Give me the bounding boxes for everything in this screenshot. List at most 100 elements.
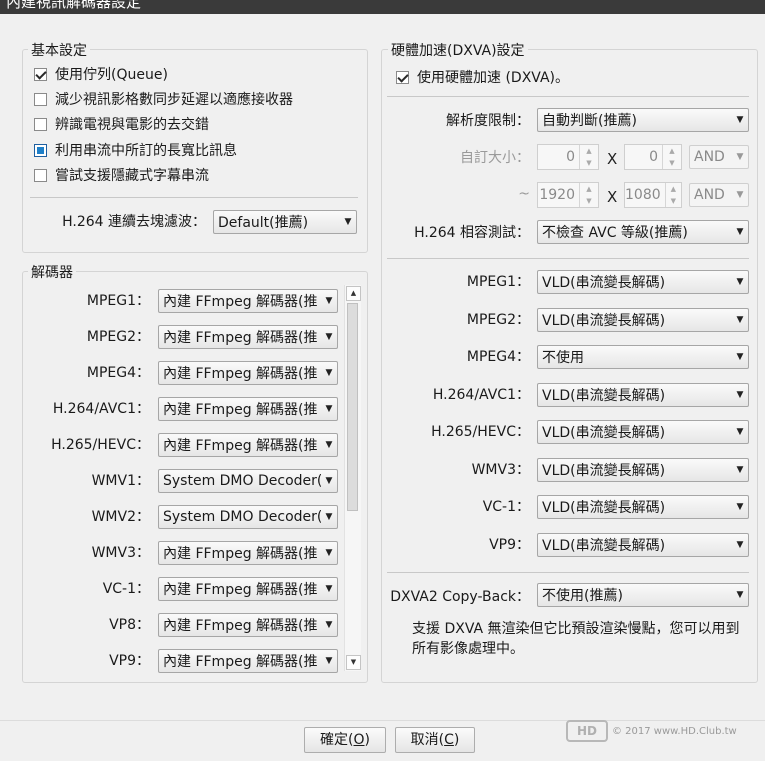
decoder-value: 內建 FFmpeg 解碼器(推 [163,294,318,310]
aspect-ratio-label: 利用串流中所訂的長寬比訊息 [55,143,237,159]
dxva-codec-label: MPEG2： [466,311,530,328]
spin-down-icon[interactable]: ▼ [663,157,681,169]
dxva-codec-select[interactable]: VLD(串流變長解碼) ▼ [537,495,749,519]
aspect-ratio-checkbox[interactable] [34,143,47,157]
decoder-select[interactable]: 內建 FFmpeg 解碼器(推 ▼ [158,397,338,421]
chevron-down-icon: ▼ [736,277,744,287]
deinterlace-checkbox[interactable] [34,117,47,131]
h264-compat-select[interactable]: 不檢查 AVC 等級(推薦) ▼ [537,220,749,244]
scroll-thumb[interactable] [347,303,358,511]
queue-checkbox[interactable] [34,67,47,81]
decoder-select[interactable]: 內建 FFmpeg 解碼器(推 ▼ [158,289,338,313]
dxva-divider-mid [387,258,749,259]
decoder-value: 內建 FFmpeg 解碼器(推 [163,366,318,382]
scroll-up-icon[interactable]: ▲ [346,286,361,301]
decoder-value: 內建 FFmpeg 解碼器(推 [163,402,318,418]
dxva-title: 硬體加速(DXVA)設定 [388,40,528,60]
dxva-note: 支援 DXVA 無渲染但它比預設渲染慢點，您可以用到所有影像處理中。 [412,621,740,657]
deinterlace-option[interactable]: 辨識電視與電影的去交錯 [34,114,209,134]
dxva-codec-select[interactable]: VLD(串流變長解碼) ▼ [537,270,749,294]
dxva-codec-label: MPEG4： [466,349,530,365]
decoder-label: MPEG1： [86,293,150,309]
cancel-paren: ) [453,732,460,748]
decoder-select[interactable]: 內建 FFmpeg 解碼器(推 ▼ [158,361,338,385]
dxva-enable-checkbox[interactable] [396,70,409,84]
deblock-select[interactable]: Default(推薦) ▼ [213,210,357,234]
dxva-codec-select[interactable]: VLD(串流變長解碼) ▼ [537,457,749,482]
dxva-codec-value: VLD(串流變長解碼) [542,500,666,516]
decoder-value: 內建 FFmpeg 解碼器(推 [163,438,318,454]
scroll-down-icon[interactable]: ▼ [346,655,361,670]
dxva-codec-select[interactable]: VLD(串流變長解碼) ▼ [537,532,749,557]
reduce-latency-option[interactable]: 減少視訊影格數同步延遲以適應接收器 [34,89,293,109]
dxva-codec-select[interactable]: VLD(串流變長解碼) ▼ [537,420,749,444]
x-separator: X [607,188,618,206]
aspect-ratio-option[interactable]: 利用串流中所訂的長寬比訊息 [34,140,237,160]
decoder-value: 內建 FFmpeg 解碼器(推 [163,582,318,598]
decoder-select[interactable]: 內建 FFmpeg 解碼器(推 ▼ [158,613,338,637]
spin-up-icon[interactable]: ▲ [580,183,598,195]
decoder-select[interactable]: 內建 FFmpeg 解碼器(推 ▼ [158,649,338,673]
dxva-codec-label: MPEG1： [466,274,530,290]
copyback-value: 不使用(推薦) [542,588,623,604]
decoder-select[interactable]: 內建 FFmpeg 解碼器(推 ▼ [158,577,338,601]
spin-up-icon[interactable]: ▲ [580,145,598,157]
and-select-2[interactable]: AND ▼ [689,183,749,207]
max-height-spinner[interactable]: 1080 ▲ ▼ [624,182,682,208]
max-height-value: 1080 [625,187,661,203]
decoder-select[interactable]: 內建 FFmpeg 解碼器(推 ▼ [158,541,338,565]
cancel-button[interactable]: 取消(C) [395,727,475,753]
closed-caption-option[interactable]: 嘗試支援隱藏式字幕串流 [34,165,209,185]
spin-down-icon[interactable]: ▼ [580,195,598,207]
spin-down-icon[interactable]: ▼ [580,157,598,169]
closed-caption-label: 嘗試支援隱藏式字幕串流 [55,168,209,184]
decoder-scrollbar[interactable]: ▲ ▼ [344,285,361,671]
queue-option[interactable]: 使用佇列(Queue) [34,64,168,84]
dxva-codec-select[interactable]: VLD(串流變長解碼) ▼ [537,307,749,332]
min-height-spinner[interactable]: 0 ▲ ▼ [624,144,682,170]
dxva-divider-top [387,96,749,97]
tilde-label: ~ [518,186,530,202]
decoder-label: H.264/AVC1： [52,401,150,417]
reduce-latency-checkbox[interactable] [34,92,47,106]
dxva-codec-select[interactable]: 不使用 ▼ [537,345,749,369]
decoder-select[interactable]: 內建 FFmpeg 解碼器(推 ▼ [158,325,338,349]
decoder-label: WMV3： [91,545,150,561]
min-width-spinner[interactable]: 0 ▲ ▼ [537,144,599,170]
spin-up-icon[interactable]: ▲ [663,145,681,157]
decoder-select[interactable]: System DMO Decoder(▼ [158,505,338,529]
chevron-down-icon: ▼ [344,217,352,227]
dxva-codec-value: VLD(串流變長解碼) [542,312,666,329]
decoder-label: H.265/HEVC： [51,437,150,453]
chevron-down-icon: ▼ [736,227,744,237]
chevron-down-icon: ▼ [325,620,333,630]
max-width-spinner[interactable]: 1920 ▲ ▼ [537,182,599,208]
watermark-text: © 2017 www.HD.Club.tw [612,725,737,737]
decoder-select[interactable]: System DMO Decoder(▼ [158,469,338,493]
chevron-down-icon: ▼ [736,427,744,437]
deblock-value: Default(推薦) [218,215,309,231]
dxva-codec-label: H.265/HEVC： [431,424,530,440]
closed-caption-checkbox[interactable] [34,168,47,182]
res-limit-select[interactable]: 自動判斷(推薦) ▼ [537,108,749,132]
decoder-select[interactable]: 內建 FFmpeg 解碼器(推 ▼ [158,433,338,457]
dxva-codec-label: WMV3： [471,461,530,478]
spin-down-icon[interactable]: ▼ [666,195,681,207]
chevron-down-icon: ▼ [325,440,333,450]
ok-text: 確定( [320,732,354,748]
spin-up-icon[interactable]: ▲ [666,183,681,195]
ok-button[interactable]: 確定(O) [304,727,386,753]
decoder-value: 內建 FFmpeg 解碼器(推 [163,546,318,562]
decoder-label: WMV1： [91,473,150,489]
chevron-down-icon: ▼ [325,476,333,486]
dxva-codec-label: VP9： [489,536,530,553]
copyback-select[interactable]: 不使用(推薦) ▼ [537,583,749,607]
and-select-1[interactable]: AND ▼ [689,145,749,169]
dxva-codec-select[interactable]: VLD(串流變長解碼) ▼ [537,382,749,407]
res-limit-label: 解析度限制： [446,113,530,129]
dxva-codec-label: VC-1： [482,499,530,515]
dxva-enable-option[interactable]: 使用硬體加速 (DXVA)。 [396,67,569,87]
chevron-down-icon: ▼ [325,512,333,522]
chevron-down-icon: ▼ [325,584,333,594]
x-separator: X [607,150,618,168]
